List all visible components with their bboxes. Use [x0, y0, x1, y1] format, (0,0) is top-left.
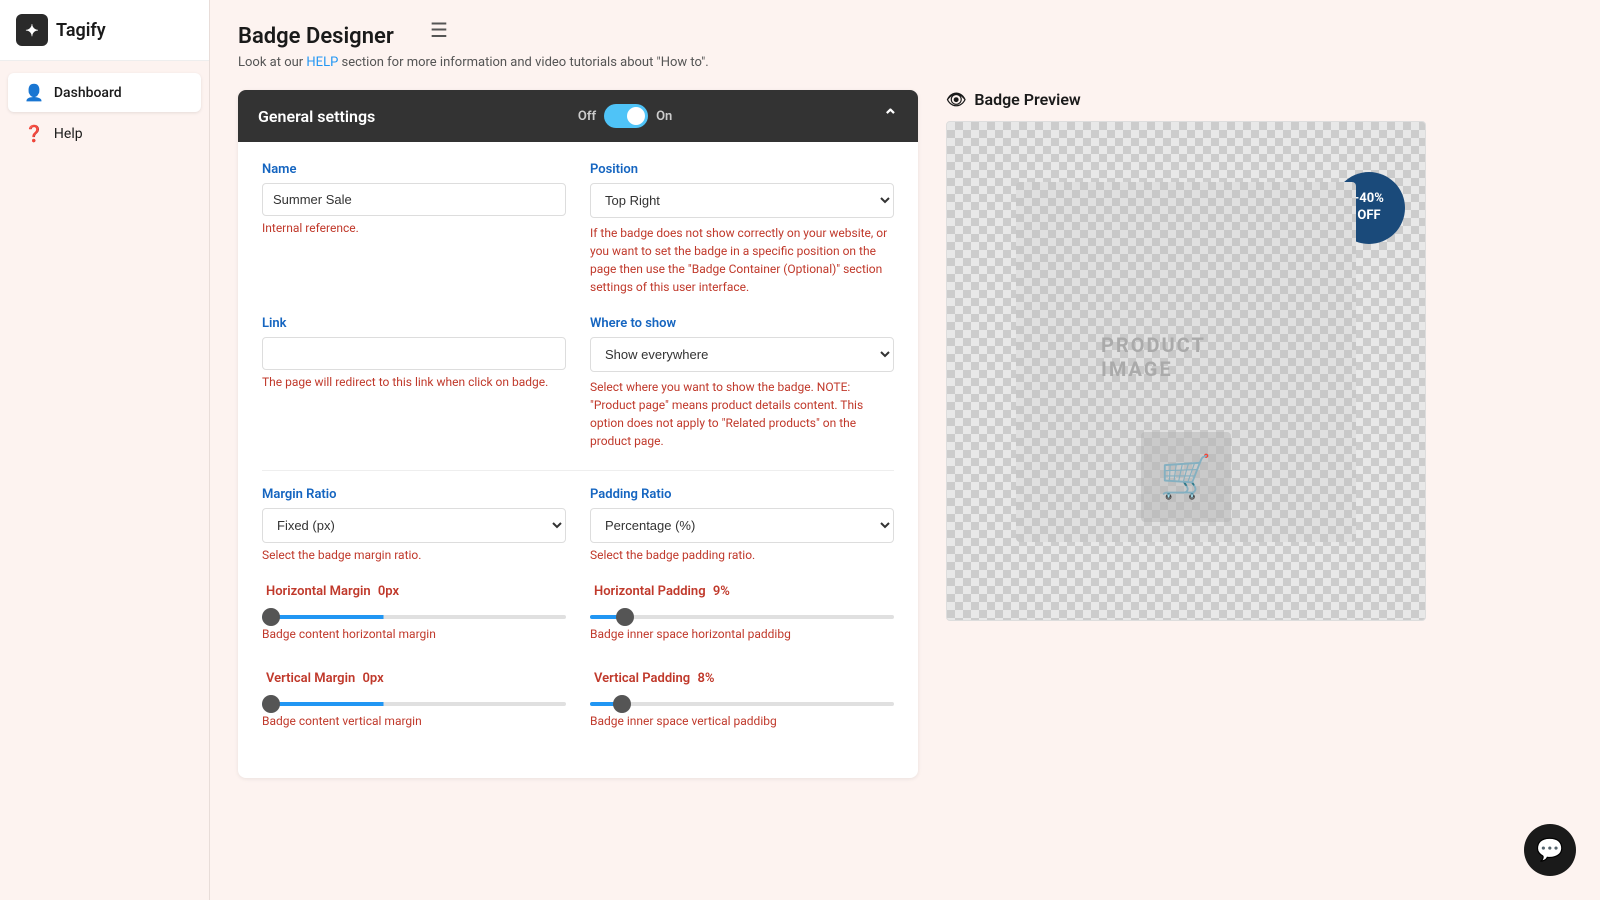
h-margin-label: Horizontal Margin 0px: [262, 584, 566, 599]
link-input[interactable]: [262, 337, 566, 370]
col-h-margin: Horizontal Margin 0px Badge content hori…: [262, 584, 566, 641]
col-link: Link The page will redirect to this link…: [262, 316, 566, 450]
preview-header: 👁 Badge Preview: [946, 90, 1426, 109]
col-v-margin: Vertical Margin 0px Badge content vertic…: [262, 671, 566, 728]
h-padding-label: Horizontal Padding 9%: [590, 584, 894, 599]
sidebar-item-label-help: Help: [54, 126, 83, 142]
col-v-padding: Vertical Padding 8% Badge inner space ve…: [590, 671, 894, 728]
dashboard-icon: 👤: [24, 83, 44, 102]
content-layout: General settings Off On ⌃ Name: [238, 90, 1572, 778]
help-icon: ❓: [24, 124, 44, 143]
preview-eye-icon: 👁: [946, 90, 966, 109]
row-ratio: Margin Ratio Fixed (px) Percentage (%) S…: [262, 487, 894, 564]
app-name: Tagify: [56, 20, 106, 41]
h-padding-hint: Badge inner space horizontal paddibg: [590, 627, 894, 641]
settings-panel: General settings Off On ⌃ Name: [238, 90, 918, 778]
chat-widget[interactable]: 💬: [1524, 824, 1576, 876]
position-label: Position: [590, 162, 894, 177]
row-h-margin-padding: Horizontal Margin 0px Badge content hori…: [262, 584, 894, 651]
col-name: Name Internal reference.: [262, 162, 566, 296]
toggle-switch[interactable]: [604, 104, 648, 128]
margin-ratio-label: Margin Ratio: [262, 487, 566, 502]
toggle-slider: [604, 104, 648, 128]
where-desc: Select where you want to show the badge.…: [590, 378, 894, 450]
h-padding-slider[interactable]: [590, 615, 894, 619]
preview-title: Badge Preview: [974, 90, 1080, 109]
v-padding-slider[interactable]: [590, 702, 894, 706]
panel-collapse-icon[interactable]: ⌃: [883, 106, 898, 127]
v-margin-hint: Badge content vertical margin: [262, 714, 566, 728]
cart-icon: 🛒: [1141, 432, 1231, 522]
badge-line2: OFF: [1357, 208, 1380, 225]
padding-ratio-label: Padding Ratio: [590, 487, 894, 502]
name-input[interactable]: [262, 183, 566, 216]
preview-canvas: -40% OFF: [946, 121, 1426, 621]
sidebar: ✦ Tagify 👤 Dashboard ❓ Help: [0, 0, 210, 900]
divider: [262, 470, 894, 471]
sidebar-nav: 👤 Dashboard ❓ Help: [0, 61, 209, 165]
product-image-area: PRODUCT IMAGE 🛒: [1016, 182, 1356, 542]
col-h-padding: Horizontal Padding 9% Badge inner space …: [590, 584, 894, 641]
name-hint: Internal reference.: [262, 220, 566, 237]
product-label: PRODUCT IMAGE: [1101, 333, 1271, 381]
col-padding-ratio: Padding Ratio Percentage (%) Fixed (px) …: [590, 487, 894, 564]
page-subtitle: Look at our HELP section for more inform…: [238, 55, 1572, 70]
position-desc: If the badge does not show correctly on …: [590, 224, 894, 296]
sidebar-logo: ✦ Tagify: [0, 0, 209, 61]
badge-line1: -40%: [1354, 191, 1384, 208]
v-margin-slider[interactable]: [262, 702, 566, 706]
menu-toggle-icon[interactable]: ☰: [430, 18, 448, 42]
link-label: Link: [262, 316, 566, 331]
sidebar-item-dashboard[interactable]: 👤 Dashboard: [8, 73, 201, 112]
where-label: Where to show: [590, 316, 894, 331]
toggle-area: Off On: [578, 104, 672, 128]
padding-ratio-select[interactable]: Percentage (%) Fixed (px): [590, 508, 894, 543]
v-padding-label: Vertical Padding 8%: [590, 671, 894, 686]
help-link[interactable]: HELP: [306, 55, 338, 70]
margin-ratio-select[interactable]: Fixed (px) Percentage (%): [262, 508, 566, 543]
logo-symbol: ✦: [25, 21, 38, 40]
link-hint: The page will redirect to this link when…: [262, 374, 566, 391]
where-select[interactable]: Show everywhere Product page only Catego…: [590, 337, 894, 372]
main-content: ☰ Badge Designer Look at our HELP sectio…: [210, 0, 1600, 900]
toggle-on-label: On: [656, 109, 672, 124]
margin-ratio-hint: Select the badge margin ratio.: [262, 547, 566, 564]
v-padding-hint: Badge inner space vertical paddibg: [590, 714, 894, 728]
chat-icon: 💬: [1536, 838, 1563, 863]
padding-ratio-hint: Select the badge padding ratio.: [590, 547, 894, 564]
h-margin-slider[interactable]: [262, 615, 566, 619]
panel-body: Name Internal reference. Position Top Ri…: [238, 142, 918, 778]
v-margin-label: Vertical Margin 0px: [262, 671, 566, 686]
toggle-off-label: Off: [578, 109, 596, 124]
h-margin-value: 0px: [378, 584, 399, 599]
v-padding-value: 8%: [697, 671, 714, 686]
col-margin-ratio: Margin Ratio Fixed (px) Percentage (%) S…: [262, 487, 566, 564]
panel-title: General settings: [258, 107, 375, 126]
preview-panel: 👁 Badge Preview -40% OFF: [946, 90, 1426, 621]
col-where: Where to show Show everywhere Product pa…: [590, 316, 894, 450]
position-select[interactable]: Top Right Top Left Bottom Right Bottom L…: [590, 183, 894, 218]
app-logo-icon: ✦: [16, 14, 48, 46]
panel-header: General settings Off On ⌃: [238, 90, 918, 142]
row-link-where: Link The page will redirect to this link…: [262, 316, 894, 450]
h-padding-value: 9%: [713, 584, 730, 599]
sidebar-item-help[interactable]: ❓ Help: [8, 114, 201, 153]
name-label: Name: [262, 162, 566, 177]
h-margin-hint: Badge content horizontal margin: [262, 627, 566, 641]
col-position: Position Top Right Top Left Bottom Right…: [590, 162, 894, 296]
sidebar-item-label-dashboard: Dashboard: [54, 85, 122, 101]
row-name-position: Name Internal reference. Position Top Ri…: [262, 162, 894, 296]
v-margin-value: 0px: [362, 671, 383, 686]
row-v-margin-padding: Vertical Margin 0px Badge content vertic…: [262, 671, 894, 738]
